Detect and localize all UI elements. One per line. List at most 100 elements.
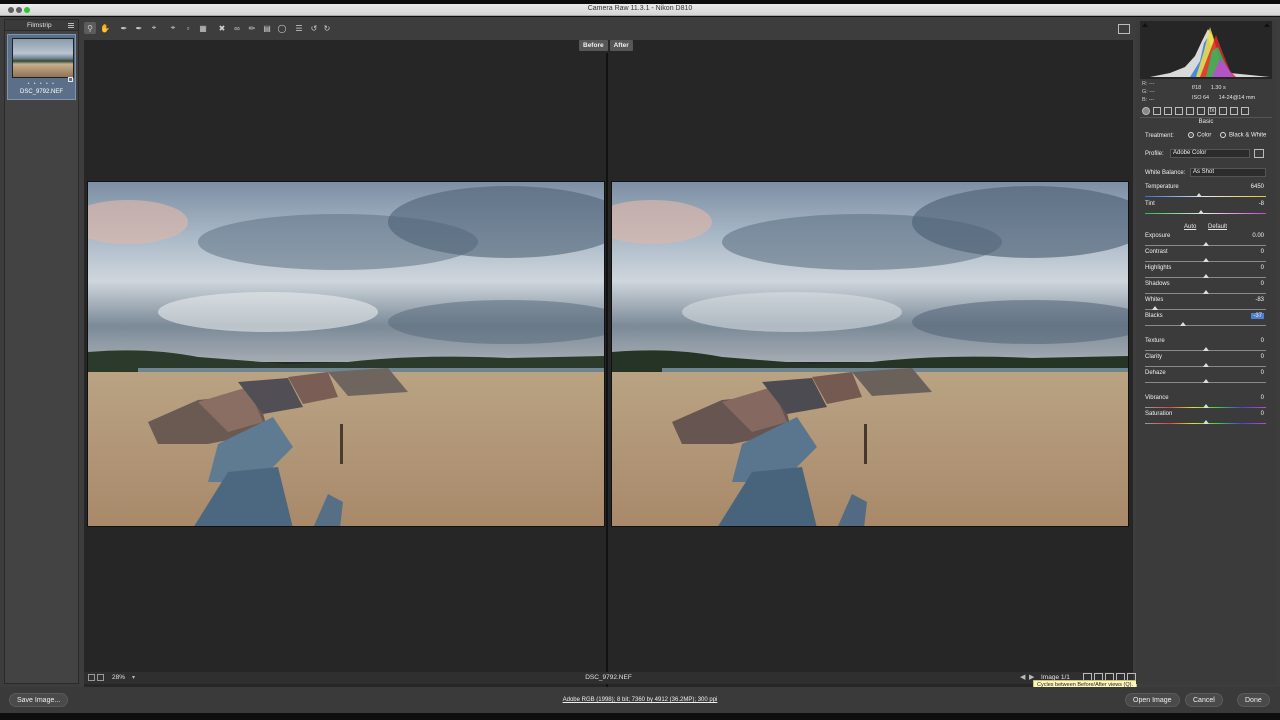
slider-handle[interactable] (1202, 290, 1209, 294)
slider-track[interactable] (1145, 274, 1266, 278)
default-button[interactable]: Default (1208, 224, 1227, 230)
auto-button[interactable]: Auto (1184, 224, 1196, 230)
calibration-tab-icon[interactable] (1219, 107, 1227, 115)
slider-track[interactable] (1145, 193, 1266, 197)
targeted-adjustment-icon[interactable]: ⌖ (148, 22, 160, 34)
slider-handle[interactable] (1180, 322, 1187, 326)
straighten-icon[interactable]: ▫ (182, 22, 194, 34)
spot-removal-icon[interactable]: ✖ (216, 22, 228, 34)
detail-tab-icon[interactable] (1164, 107, 1172, 115)
slider-handle[interactable] (1202, 347, 1209, 351)
filmstrip-item[interactable]: • • • • • DSC_9792.NEF (7, 34, 76, 100)
slider-value-field[interactable]: 0 (1261, 338, 1264, 344)
rotate-right-icon[interactable]: ↻ (321, 22, 333, 34)
slider-handle[interactable] (1197, 210, 1204, 214)
radial-filter-icon[interactable]: ◯ (276, 22, 288, 34)
slider-track[interactable] (1145, 404, 1266, 408)
lens-corrections-tab-icon[interactable] (1197, 107, 1205, 115)
adjustment-brush-icon[interactable]: ✏ (246, 22, 258, 34)
slider-track[interactable] (1145, 363, 1266, 367)
done-button[interactable]: Done (1237, 693, 1270, 707)
treatment-bw-option[interactable]: Black & White (1220, 132, 1266, 139)
slider-track[interactable] (1145, 290, 1266, 294)
slider-track[interactable] (1145, 258, 1266, 262)
profile-browser-icon[interactable] (1254, 149, 1264, 158)
star-rating[interactable]: • • • • • (8, 81, 75, 87)
white-balance-select[interactable]: As Shot (1190, 168, 1266, 177)
transform-icon[interactable]: ▦ (197, 22, 209, 34)
title-bar: Camera Raw 11.3.1 - Nikon D810 (0, 4, 1280, 16)
red-eye-icon[interactable]: ∞ (231, 22, 243, 34)
slider-value-field[interactable]: 0.00 (1252, 233, 1264, 239)
slider-value-field[interactable]: 0 (1261, 411, 1264, 417)
hand-icon[interactable]: ✋ (99, 22, 111, 34)
thumbnail-image[interactable] (12, 38, 74, 78)
slider-track[interactable] (1145, 347, 1266, 351)
preview-area[interactable]: Before After (84, 40, 1133, 690)
treatment-color-option[interactable]: Color (1188, 132, 1211, 139)
status-bar: 28% ▾ DSC_9792.NEF ◀ ▶ Image 1/1 (84, 672, 1136, 684)
shadow-clipping-icon[interactable] (1142, 23, 1148, 27)
zoom-icon[interactable]: ⚲ (84, 22, 96, 34)
white-balance-icon[interactable]: ✒ (118, 22, 130, 34)
color-sampler-icon[interactable]: ✒ (133, 22, 145, 34)
slider-value-field[interactable]: 0 (1261, 370, 1264, 376)
slider-track[interactable] (1145, 379, 1266, 383)
effects-tab-icon[interactable]: fx (1208, 107, 1216, 115)
graduated-filter-icon[interactable]: ▤ (261, 22, 273, 34)
slider-value-field[interactable]: 0 (1261, 249, 1264, 255)
rotate-left-icon[interactable]: ↺ (308, 22, 320, 34)
adjustments-panel: R: --- G: --- B: --- f/18 1.30 s ISO 64 … (1136, 19, 1276, 684)
filmstrip-menu-icon[interactable] (68, 22, 74, 28)
slider-handle[interactable] (1202, 242, 1209, 246)
slider-value-field[interactable]: -8 (1259, 201, 1264, 207)
cancel-button[interactable]: Cancel (1185, 693, 1223, 707)
slider-track[interactable] (1145, 322, 1266, 326)
preferences-icon[interactable]: ☰ (293, 22, 305, 34)
slider-value-field[interactable]: -83 (1255, 297, 1264, 303)
presets-tab-icon[interactable] (1230, 107, 1238, 115)
slider-label: Tint (1145, 201, 1155, 207)
slider-value-field[interactable]: 0 (1261, 395, 1264, 401)
white-balance-label: White Balance: (1145, 170, 1186, 176)
rgb-b: B: --- (1142, 97, 1155, 103)
hsl-tab-icon[interactable] (1175, 107, 1183, 115)
camera-raw-app: Filmstrip • • • • • DSC_9792.NEF ⚲ ✋ ✒ ✒… (0, 17, 1280, 713)
slider-value-field[interactable]: -37 (1251, 313, 1264, 319)
slider-track[interactable] (1145, 210, 1266, 214)
previous-image-icon[interactable]: ◀ (1020, 673, 1025, 681)
slider-handle[interactable] (1152, 306, 1159, 310)
workflow-options-link[interactable]: Adobe RGB (1998); 8 bit; 7360 by 4912 (3… (0, 697, 1280, 703)
slider-handle[interactable] (1202, 258, 1209, 262)
treatment-label: Treatment: (1145, 133, 1174, 139)
status-filename: DSC_9792.NEF (585, 674, 632, 681)
slider-handle[interactable] (1202, 274, 1209, 278)
split-toning-tab-icon[interactable] (1186, 107, 1194, 115)
slider-value-field[interactable]: 0 (1261, 281, 1264, 287)
open-image-button[interactable]: Open Image (1125, 693, 1180, 707)
exif-aperture: f/18 (1192, 85, 1202, 91)
before-image[interactable] (87, 181, 605, 527)
slider-handle[interactable] (1196, 193, 1203, 197)
highlight-clipping-icon[interactable] (1264, 23, 1270, 27)
slider-handle[interactable] (1202, 363, 1209, 367)
slider-handle[interactable] (1202, 404, 1209, 408)
snapshots-tab-icon[interactable] (1241, 107, 1249, 115)
exif-shutter: 1.30 s (1210, 85, 1226, 91)
slider-handle[interactable] (1202, 420, 1209, 424)
slider-value-field[interactable]: 0 (1261, 354, 1264, 360)
slider-label: Texture (1145, 338, 1165, 344)
slider-handle[interactable] (1202, 379, 1209, 383)
beach-photo-after (612, 182, 1128, 526)
slider-track[interactable] (1145, 306, 1266, 310)
tone-curve-tab-icon[interactable] (1153, 107, 1161, 115)
slider-value-field[interactable]: 0 (1261, 265, 1264, 271)
after-image[interactable] (611, 181, 1129, 527)
slider-track[interactable] (1145, 242, 1266, 246)
fullscreen-toggle-icon[interactable] (1118, 24, 1130, 34)
profile-select[interactable]: Adobe Color (1170, 149, 1250, 158)
slider-value-field[interactable]: 6450 (1251, 184, 1264, 190)
basic-tab-icon[interactable] (1142, 107, 1150, 115)
crop-icon[interactable]: ⌖ (167, 22, 179, 34)
slider-track[interactable] (1145, 420, 1266, 424)
